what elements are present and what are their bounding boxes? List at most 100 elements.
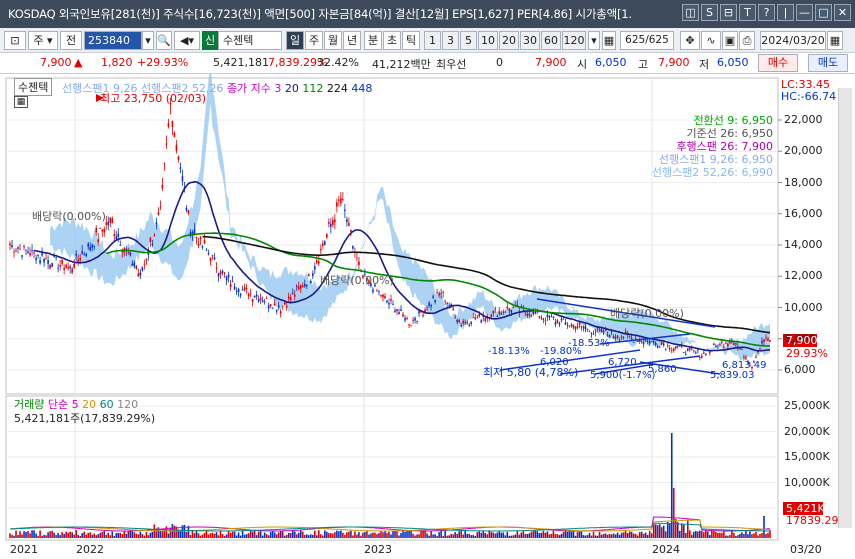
volume-bar [269, 532, 272, 538]
volume-bar [283, 535, 286, 538]
period-second-tab[interactable]: 초 [383, 31, 401, 50]
candle-body [676, 346, 679, 348]
interval-20[interactable]: 20 [499, 31, 519, 50]
s-icon[interactable]: S [701, 4, 718, 21]
x-tick-2023: 2023 [364, 543, 392, 556]
candle-body [767, 338, 769, 341]
search-icon[interactable]: 🔍 [156, 31, 172, 50]
candle-body [418, 310, 420, 314]
candle-body [620, 336, 623, 338]
period-week-tab[interactable]: 주 [305, 31, 323, 50]
candle-body [309, 280, 312, 284]
volume-bar [303, 534, 306, 538]
volume-bar [430, 531, 432, 538]
period-day-tab[interactable]: 일 [286, 31, 304, 50]
interval-3[interactable]: 3 [442, 31, 459, 50]
period-year-tab[interactable]: 년 [343, 31, 361, 50]
volume-bar [85, 534, 88, 538]
volume-bar [598, 531, 601, 538]
candle-body [612, 336, 615, 339]
period-minute-tab[interactable]: 분 [364, 31, 382, 50]
stock-name-field[interactable]: 수젠텍 [218, 31, 282, 50]
candle-body [576, 325, 579, 328]
stock-code-input[interactable]: 253840 [84, 31, 142, 50]
volume-bar [133, 532, 136, 538]
market-type-select[interactable]: 주 ▾ [28, 31, 58, 50]
close-icon[interactable]: ✕ [834, 4, 851, 21]
volume-bar [235, 535, 238, 538]
layout-icon[interactable]: ◫ [682, 4, 699, 21]
candle-body [257, 299, 260, 302]
vertical-scrollbar[interactable] [838, 88, 852, 528]
candle-body [297, 286, 300, 290]
interval-60[interactable]: 60 [541, 31, 561, 50]
bar-count-field[interactable]: 625/625 [620, 31, 674, 50]
date-picker-icon[interactable]: ▦ [827, 31, 843, 50]
volume-bar [87, 532, 90, 538]
ichimoku-span1: 선행스팬1 9,26: 6,950 [658, 153, 773, 166]
candle-body [765, 337, 767, 339]
volume-bar [328, 533, 330, 538]
candle-body [524, 312, 527, 314]
help-icon[interactable]: ? [758, 4, 775, 21]
table-icon[interactable]: ▦ [14, 96, 28, 108]
volume-bar [334, 532, 336, 538]
volume-bar [731, 530, 733, 538]
candle-body [376, 290, 378, 292]
volume-bar [73, 534, 75, 538]
candle-body [131, 263, 134, 266]
minimize-icon[interactable]: — [796, 4, 813, 21]
candle-body [484, 318, 487, 321]
interval-120[interactable]: 120 [562, 31, 586, 50]
volume-bar [650, 533, 653, 538]
calendar-icon[interactable]: ▦ [602, 31, 616, 50]
interval-30[interactable]: 30 [520, 31, 540, 50]
buy-button[interactable]: 매수 [758, 54, 798, 72]
crosshair-icon[interactable]: ✥ [680, 31, 700, 50]
sell-button[interactable]: 매도 [808, 54, 848, 72]
view-button[interactable]: 전 [60, 31, 82, 50]
candle-body [269, 304, 272, 307]
candle-body [470, 321, 473, 324]
period-tick-tab[interactable]: 틱 [402, 31, 420, 50]
text-icon[interactable]: T [739, 4, 756, 21]
candle-body [285, 306, 288, 308]
candle-body [239, 293, 242, 296]
interval-10[interactable]: 10 [478, 31, 498, 50]
draw-icon[interactable]: ∿ [701, 31, 721, 50]
period-month-tab[interactable]: 월 [324, 31, 342, 50]
maximize-icon[interactable]: □ [815, 4, 832, 21]
volume-bar [211, 532, 214, 538]
interval-5[interactable]: 5 [460, 31, 477, 50]
chart-settings-icon[interactable]: ⊡ [4, 31, 26, 50]
volume-bar [755, 531, 757, 538]
candle-body [628, 335, 631, 338]
volume-bar [610, 534, 613, 538]
volume-bar [504, 535, 507, 538]
date-field[interactable]: 2024/03/20 [760, 31, 826, 50]
price-pane-label[interactable]: 수젠텍 [14, 78, 53, 96]
volume-bar [131, 531, 134, 538]
volume-bar [474, 535, 477, 538]
chart-area[interactable]: 수젠텍 선행스팬1 9,26 선행스팬2 52,26 종가 지수 3 20 11… [0, 74, 855, 559]
legend-ma20: 20 [284, 82, 299, 95]
candle-body [145, 258, 148, 261]
list-icon[interactable]: ⊟ [720, 4, 737, 21]
candle-body [498, 310, 501, 314]
print-icon[interactable]: ⎙ [739, 31, 755, 50]
code-dropdown-icon[interactable]: ▾ [142, 31, 154, 50]
annotation-pct-c: -18.53% [568, 338, 610, 349]
volume-bar [307, 535, 310, 538]
candle-body [328, 222, 330, 224]
candle-body [699, 357, 701, 358]
candle-body [646, 340, 649, 342]
volume-bar [71, 532, 73, 538]
interval-1[interactable]: 1 [424, 31, 441, 50]
speaker-icon[interactable]: ◀▾ [174, 31, 200, 50]
volume-bar [446, 535, 448, 538]
volume-bar [472, 534, 475, 538]
interval-dropdown-icon[interactable]: ▾ [588, 31, 600, 50]
volume-bar [438, 532, 440, 538]
volume-bar [676, 522, 679, 538]
save-icon[interactable]: ▣ [722, 31, 738, 50]
